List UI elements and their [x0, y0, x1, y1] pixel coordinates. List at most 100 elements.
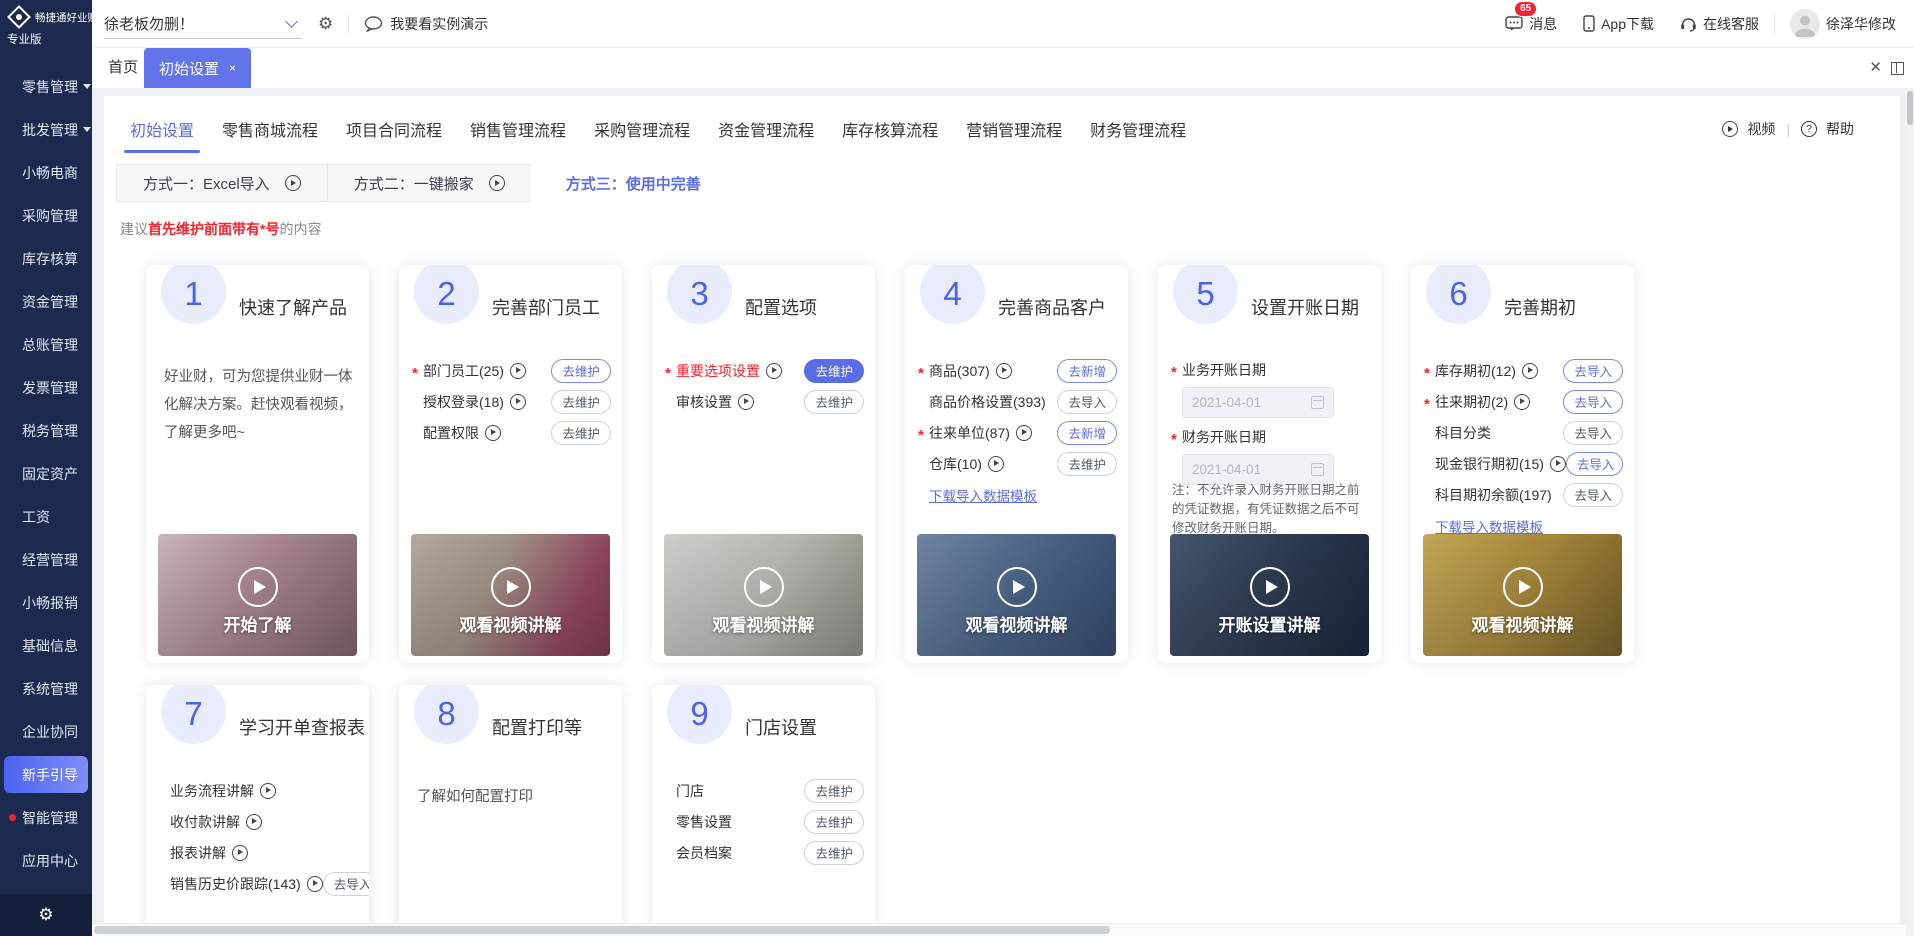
- demo-link[interactable]: 我要看实例演示: [364, 14, 488, 34]
- play-icon[interactable]: [995, 362, 1012, 379]
- org-selector[interactable]: 徐老板勿删！: [104, 9, 302, 39]
- tab-initial-settings[interactable]: 初始设置: [123, 117, 201, 153]
- go-import-button[interactable]: 去导入: [1565, 451, 1623, 476]
- help-button[interactable]: 帮助: [1826, 119, 1854, 139]
- play-icon[interactable]: [987, 455, 1004, 472]
- layout-split-icon[interactable]: [1891, 62, 1904, 75]
- vertical-scrollbar-thumb[interactable]: [1907, 91, 1913, 125]
- video-thumbnail[interactable]: 观看视频讲解: [917, 534, 1116, 656]
- play-icon[interactable]: [306, 875, 323, 892]
- sidebar-item-label: 工资: [22, 508, 50, 525]
- sidebar-item-invoice[interactable]: 发票管理: [0, 366, 92, 409]
- user-menu[interactable]: 徐泽华修改: [1790, 8, 1896, 39]
- tab-home[interactable]: 首页: [108, 48, 138, 88]
- play-icon[interactable]: [509, 393, 526, 410]
- setup-row: 商品价格设置(393) 去导入: [918, 386, 1117, 417]
- go-maintain-button[interactable]: 去维护: [551, 389, 611, 414]
- play-icon[interactable]: [1514, 393, 1531, 410]
- tab-marketing-flow[interactable]: 营销管理流程: [966, 117, 1062, 141]
- sidebar-item-ecommerce[interactable]: 小畅电商: [0, 151, 92, 194]
- sidebar-item-system[interactable]: 系统管理: [0, 667, 92, 710]
- sidebar-item-payroll[interactable]: 工资: [0, 495, 92, 538]
- play-icon[interactable]: [509, 362, 526, 379]
- sidebar-item-smart-manage[interactable]: 智能管理: [0, 796, 92, 839]
- go-maintain-button[interactable]: 去维护: [551, 420, 611, 445]
- go-maintain-button[interactable]: 去维护: [551, 358, 611, 383]
- play-icon[interactable]: [1015, 424, 1032, 441]
- method-tab-excel-import[interactable]: 方式一：Excel导入: [116, 164, 328, 202]
- sidebar-settings-button[interactable]: ⚙: [0, 894, 92, 936]
- horizontal-scrollbar[interactable]: [92, 923, 1906, 936]
- go-import-button[interactable]: 去导入: [1563, 420, 1623, 445]
- go-import-button[interactable]: 去导入: [1563, 389, 1623, 414]
- app-download-button[interactable]: App下载: [1583, 14, 1654, 34]
- sidebar-item-funds[interactable]: 资金管理: [0, 280, 92, 323]
- method-tab-one-key-move[interactable]: 方式二：一键搬家: [326, 164, 532, 202]
- card-rows: * 重要选项设置 去维护 审核设置 去维护: [665, 355, 864, 417]
- go-maintain-button[interactable]: 去维护: [804, 840, 864, 865]
- go-maintain-button[interactable]: 去维护: [1057, 451, 1117, 476]
- go-import-button[interactable]: 去导入: [1563, 482, 1623, 507]
- tab-funds-flow[interactable]: 资金管理流程: [718, 117, 814, 141]
- online-service-button[interactable]: 在线客服: [1680, 14, 1759, 34]
- play-icon[interactable]: [1549, 455, 1566, 472]
- card-rows: * 部门员工(25) 去维护 授权登录(18) 去维护 配置权限 去维护: [412, 355, 611, 448]
- tab-project-contract-flow[interactable]: 项目合同流程: [346, 117, 442, 141]
- play-icon[interactable]: [738, 393, 754, 410]
- go-maintain-button[interactable]: 去维护: [804, 358, 864, 383]
- tab-sales-flow[interactable]: 销售管理流程: [470, 117, 566, 141]
- go-maintain-button[interactable]: 去维护: [804, 809, 864, 834]
- video-thumbnail[interactable]: 开账设置讲解: [1170, 534, 1369, 656]
- tab-purchase-flow[interactable]: 采购管理流程: [594, 117, 690, 141]
- settings-gear-button[interactable]: ⚙: [318, 14, 333, 34]
- go-add-button[interactable]: 去新增: [1057, 420, 1117, 445]
- row-label: 报表讲解: [170, 844, 226, 861]
- close-all-icon[interactable]: ✕: [1869, 48, 1882, 88]
- sidebar-item-reimburse[interactable]: 小畅报销: [0, 581, 92, 624]
- tab-finance-flow[interactable]: 财务管理流程: [1090, 117, 1186, 141]
- sidebar-item-app-center[interactable]: 应用中心: [0, 839, 92, 882]
- go-import-button[interactable]: 去导入: [1057, 389, 1117, 414]
- sidebar-item-purchase[interactable]: 采购管理: [0, 194, 92, 237]
- sidebar-item-onboarding[interactable]: 新手引导: [4, 756, 88, 793]
- go-add-button[interactable]: 去新增: [1057, 358, 1117, 383]
- play-icon[interactable]: [1521, 362, 1538, 379]
- play-icon[interactable]: [260, 782, 276, 799]
- video-thumbnail[interactable]: 观看视频讲解: [1423, 534, 1622, 656]
- business-open-date-input[interactable]: 2021-04-01: [1182, 387, 1334, 418]
- play-icon[interactable]: [766, 362, 782, 379]
- tab-retail-mall-flow[interactable]: 零售商城流程: [222, 117, 318, 141]
- video-thumbnail[interactable]: 观看视频讲解: [411, 534, 610, 656]
- sidebar-item-tax[interactable]: 税务管理: [0, 409, 92, 452]
- sidebar-item-collaboration[interactable]: 企业协同: [0, 710, 92, 753]
- sidebar-item-general-ledger[interactable]: 总账管理: [0, 323, 92, 366]
- video-thumbnail[interactable]: 开始了解: [158, 534, 357, 656]
- sidebar-item-retail[interactable]: 零售管理: [0, 65, 92, 108]
- tab-inventory-flow[interactable]: 库存核算流程: [842, 117, 938, 141]
- video-button[interactable]: 视频: [1747, 119, 1775, 139]
- sidebar-item-inventory[interactable]: 库存核算: [0, 237, 92, 280]
- sidebar-item-operations[interactable]: 经营管理: [0, 538, 92, 581]
- horizontal-scrollbar-thumb[interactable]: [94, 926, 1110, 934]
- vertical-scrollbar[interactable]: [1906, 88, 1914, 936]
- go-import-button[interactable]: 去导入: [322, 871, 369, 896]
- sidebar-item-fixed-assets[interactable]: 固定资产: [0, 452, 92, 495]
- sidebar-item-wholesale[interactable]: 批发管理: [0, 108, 92, 151]
- messages-button[interactable]: 65 消息: [1505, 0, 1557, 34]
- message-icon: [1505, 16, 1523, 31]
- method-tab-complete-in-use[interactable]: 方式三：使用中完善: [530, 164, 736, 202]
- close-icon[interactable]: ×: [229, 61, 236, 75]
- go-maintain-button[interactable]: 去维护: [804, 389, 864, 414]
- tab-initial-setup[interactable]: 初始设置 ×: [144, 48, 252, 88]
- download-template-link[interactable]: 下载导入数据模板: [1435, 516, 1543, 536]
- play-icon[interactable]: [232, 844, 248, 861]
- play-icon[interactable]: [485, 424, 501, 441]
- go-maintain-button[interactable]: 去维护: [804, 778, 864, 803]
- setup-row: 门店 去维护: [665, 775, 864, 806]
- video-caption: 观看视频讲解: [712, 616, 815, 635]
- play-icon[interactable]: [246, 813, 262, 830]
- video-thumbnail[interactable]: 观看视频讲解: [664, 534, 863, 656]
- go-import-button[interactable]: 去导入: [1563, 358, 1623, 383]
- sidebar-item-basic-info[interactable]: 基础信息: [0, 624, 92, 667]
- download-template-link[interactable]: 下载导入数据模板: [929, 485, 1037, 505]
